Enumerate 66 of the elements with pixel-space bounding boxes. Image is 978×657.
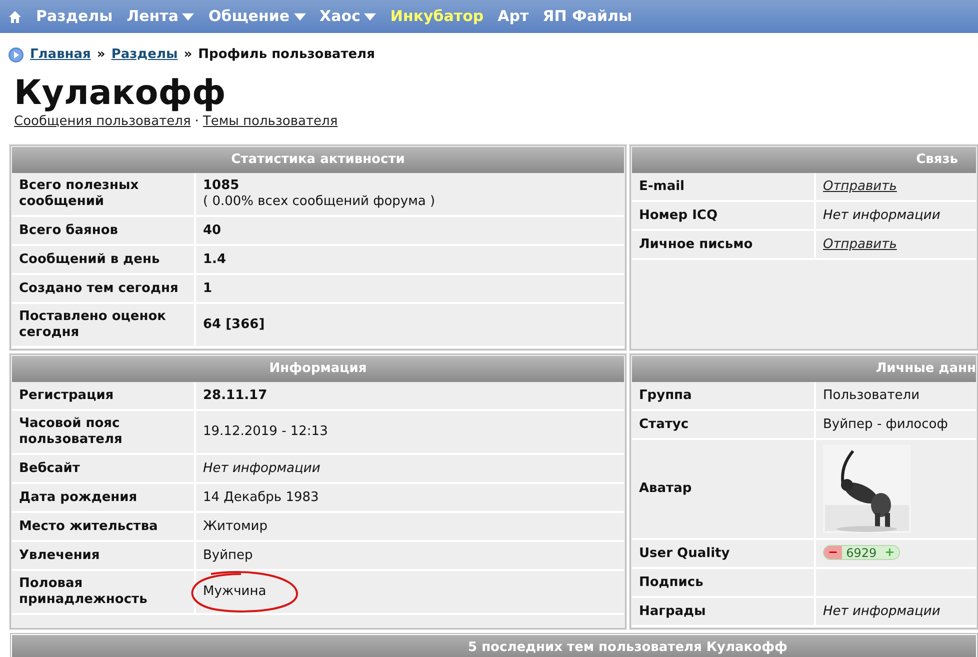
field-label: Дата рождения (12, 484, 196, 512)
plus-button[interactable]: + (880, 546, 899, 560)
field-label: Аватар (632, 440, 816, 538)
field-label: Всего баянов (12, 217, 196, 244)
nav-dropdown[interactable]: Хаос (320, 5, 376, 28)
field-label: Поставлено оценок сегодня (12, 304, 196, 346)
field-value: 64 [366] (203, 317, 265, 332)
field-value: Нет информации (823, 604, 940, 619)
field-label: Номер ICQ (632, 202, 816, 230)
field-value: 1.4 (203, 252, 226, 267)
field-label: User Quality (632, 540, 816, 568)
send-link[interactable]: Отправить (823, 236, 897, 252)
field-value: Вуйпер - философ (823, 416, 948, 432)
field-label: Всего полезных сообщений (12, 173, 196, 216)
nav-dropdown[interactable]: Общение (208, 5, 306, 28)
field-value: Мужчина (203, 584, 266, 600)
nav-link[interactable]: Разделы (36, 5, 113, 28)
panel-header: Личные данн (632, 356, 976, 382)
field-label: Место жительства (12, 513, 196, 540)
nav-link[interactable]: ЯП Файлы (542, 5, 632, 28)
field-label: Половая принадлежность (12, 571, 196, 614)
field-label: Вебсайт (12, 455, 196, 482)
breadcrumb-separator: » (184, 46, 192, 64)
profile-link[interactable]: Темы пользователя (202, 112, 338, 132)
panel-header: Информация (12, 356, 624, 382)
field-value: 28.11.17 (203, 388, 268, 403)
field-label: Статус (632, 411, 816, 438)
field-value: 40 (203, 222, 222, 238)
field-label: Награды (632, 598, 816, 626)
field-label: E-mail (632, 173, 816, 200)
breadcrumb-current: Профиль пользователя (198, 46, 375, 64)
play-icon (8, 46, 24, 63)
field-label: Группа (632, 382, 816, 410)
user-name: Кулакофф (14, 74, 227, 112)
nav-link[interactable]: Арт (498, 5, 529, 28)
field-value: Нет информации (203, 460, 320, 476)
field-value: Нет информации (823, 208, 940, 223)
profile-link[interactable]: Сообщения пользователя (14, 112, 191, 132)
field-value: Житомир (203, 518, 268, 534)
breadcrumb-separator: » (96, 46, 106, 64)
field-label: Увлечения (12, 542, 196, 570)
field-label: Регистрация (12, 382, 196, 410)
field-value: 1085 (203, 178, 240, 194)
field-value: 1 (203, 280, 212, 296)
nav-dropdown[interactable]: Лента (126, 5, 194, 28)
field-label: Часовой пояс пользователя (12, 411, 196, 454)
field-value: Пользователи (823, 388, 920, 403)
minus-button[interactable]: − (824, 546, 842, 560)
section-header: 5 последних тем пользователя Кулакофф (12, 635, 976, 657)
rating-value: 6929 (845, 544, 878, 561)
field-value: 14 Декабрь 1983 (203, 490, 319, 505)
field-value: Вуйпер (203, 548, 253, 563)
home-icon[interactable] (8, 10, 22, 24)
panel-header: Статистика активности (12, 147, 624, 174)
breadcrumb-link[interactable]: Разделы (111, 45, 178, 64)
breadcrumb-link[interactable]: Главная (30, 45, 91, 64)
field-note: ( 0.00% всех сообщений форума ) (203, 194, 436, 210)
field-label: Личное письмо (632, 231, 816, 258)
send-link[interactable]: Отправить (823, 178, 897, 194)
field-value: 19.12.2019 - 12:13 (203, 424, 328, 440)
field-label: Подпись (632, 569, 816, 596)
nav-link[interactable]: Инкубатор (390, 5, 484, 28)
field-label: Создано тем сегодня (12, 275, 196, 302)
link-separator: · (194, 112, 199, 131)
field-label: Сообщений в день (12, 246, 196, 274)
panel-header: Связь (632, 147, 976, 174)
